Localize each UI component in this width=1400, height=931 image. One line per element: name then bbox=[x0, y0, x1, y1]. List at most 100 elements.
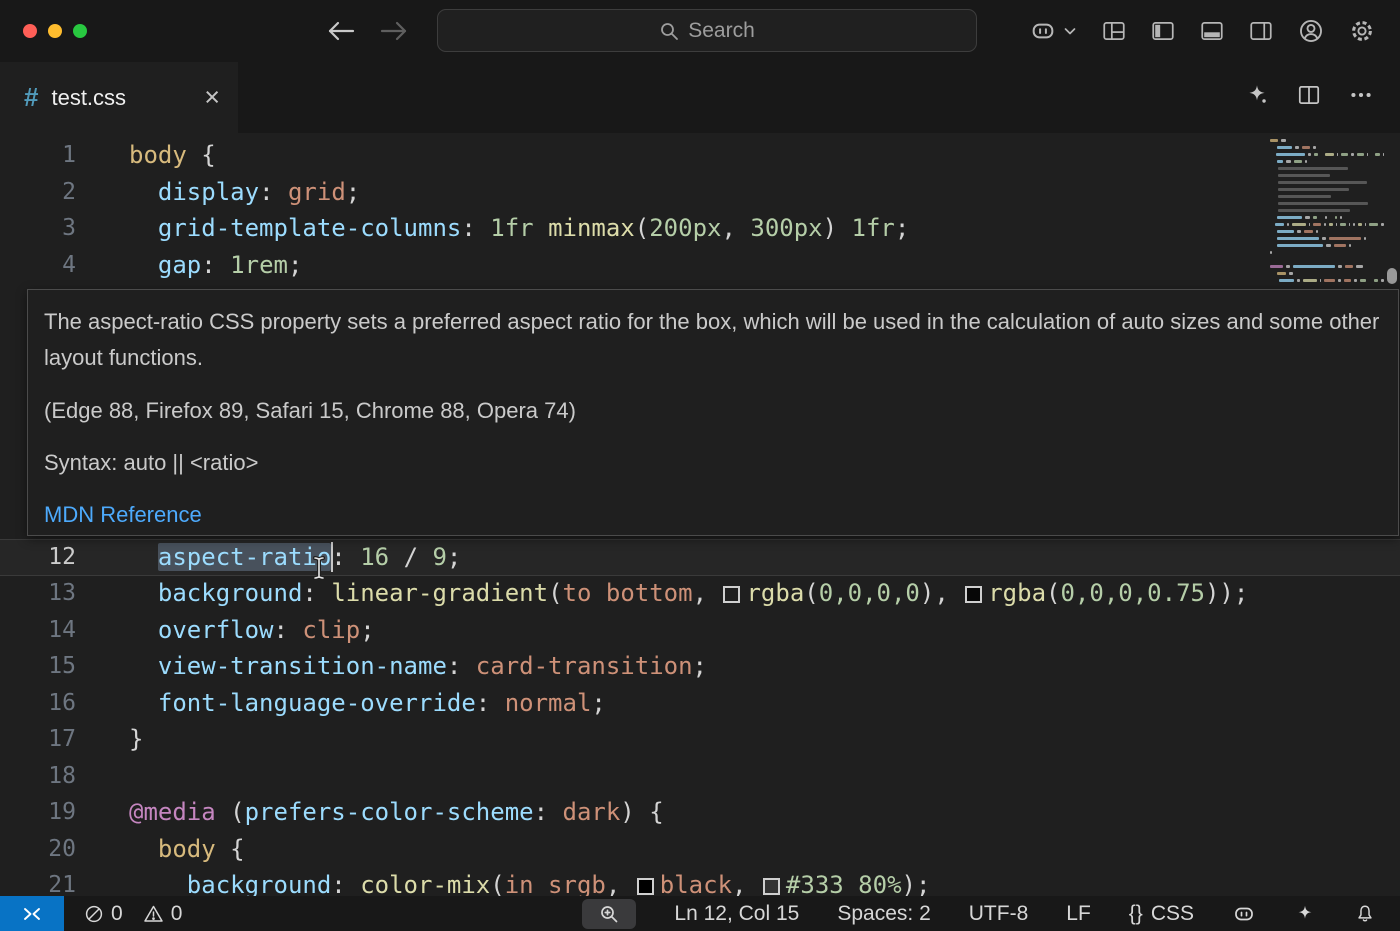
toggle-secondary-sidebar-button[interactable] bbox=[1248, 14, 1274, 48]
scrollbar-thumb[interactable] bbox=[1387, 268, 1397, 284]
encoding-indicator[interactable]: UTF-8 bbox=[969, 902, 1029, 926]
split-editor-button[interactable] bbox=[1296, 82, 1322, 113]
line-number[interactable]: 14 bbox=[0, 612, 76, 649]
code-token: 9 bbox=[432, 543, 446, 571]
tooltip-browser-support: (Edge 88, Firefox 89, Safari 15, Chrome … bbox=[44, 393, 1382, 429]
code-token: 300px bbox=[750, 214, 822, 242]
warnings-icon bbox=[143, 904, 164, 924]
line-number[interactable]: 4 bbox=[0, 247, 76, 284]
line-number[interactable]: 17 bbox=[0, 721, 76, 758]
settings-button[interactable] bbox=[1348, 14, 1376, 48]
line-number[interactable]: 18 bbox=[0, 758, 76, 795]
code-token bbox=[129, 835, 158, 863]
color-swatch[interactable] bbox=[637, 878, 654, 895]
vscode-window: Search bbox=[0, 0, 1400, 931]
code-line[interactable]: 12 aspect-ratio: 16 / 9; bbox=[0, 539, 1400, 576]
line-number[interactable]: 16 bbox=[0, 685, 76, 722]
forward-button[interactable] bbox=[377, 16, 411, 46]
line-number[interactable]: 20 bbox=[0, 831, 76, 868]
text-caret bbox=[331, 542, 333, 572]
code-token: font-language-override bbox=[158, 689, 476, 717]
code-token: : bbox=[461, 214, 490, 242]
color-swatch[interactable] bbox=[723, 586, 740, 603]
line-number[interactable]: 21 bbox=[0, 867, 76, 896]
line-number[interactable]: 13 bbox=[0, 575, 76, 612]
code-line[interactable]: 3 grid-template-columns: 1fr minmax(200p… bbox=[0, 210, 1400, 247]
more-actions-button[interactable] bbox=[1348, 82, 1374, 113]
code-line[interactable]: 21 background: color-mix(in srgb, black,… bbox=[0, 867, 1400, 896]
search-box[interactable]: Search bbox=[437, 9, 977, 52]
eol-indicator[interactable]: LF bbox=[1066, 902, 1091, 926]
customize-layout-button[interactable] bbox=[1101, 14, 1127, 48]
code-line[interactable]: 1body { bbox=[0, 137, 1400, 174]
toggle-primary-sidebar-button[interactable] bbox=[1150, 14, 1176, 48]
copilot-menu-button[interactable] bbox=[1029, 14, 1078, 48]
code-line[interactable]: 4 gap: 1rem; bbox=[0, 247, 1400, 284]
copilot-status-button[interactable] bbox=[1232, 902, 1256, 926]
code-token bbox=[129, 579, 158, 607]
code-line[interactable]: 13 background: linear-gradient(to bottom… bbox=[0, 575, 1400, 612]
minimize-window-button[interactable] bbox=[48, 24, 62, 38]
code-token: : bbox=[331, 871, 360, 896]
close-window-button[interactable] bbox=[23, 24, 37, 38]
code-token: )); bbox=[1205, 579, 1248, 607]
sparkle-status-button[interactable] bbox=[1294, 903, 1316, 925]
code-line[interactable]: 17} bbox=[0, 721, 1400, 758]
status-bar: 0 0 Ln 12, Col 15 Spaces: 2 UTF-8 LF {} … bbox=[0, 896, 1400, 931]
code-line[interactable]: 16 font-language-override: normal; bbox=[0, 685, 1400, 722]
zoom-status-button[interactable] bbox=[582, 899, 636, 929]
back-button[interactable] bbox=[324, 16, 358, 46]
code-line[interactable]: 19@media (prefers-color-scheme: dark) { bbox=[0, 794, 1400, 831]
code-line[interactable]: 14 overflow: clip; bbox=[0, 612, 1400, 649]
notifications-button[interactable] bbox=[1354, 903, 1376, 925]
line-number[interactable]: 12 bbox=[0, 539, 76, 576]
toggle-panel-button[interactable] bbox=[1199, 14, 1225, 48]
code-token: #333 bbox=[786, 871, 844, 896]
line-number[interactable]: 19 bbox=[0, 794, 76, 831]
line-number[interactable]: 3 bbox=[0, 210, 76, 247]
minimap-row bbox=[1266, 200, 1384, 207]
remote-indicator[interactable] bbox=[0, 896, 64, 931]
color-swatch[interactable] bbox=[965, 586, 982, 603]
code-token: , bbox=[721, 214, 750, 242]
cursor-position[interactable]: Ln 12, Col 15 bbox=[674, 902, 799, 926]
code-token: ; bbox=[360, 616, 374, 644]
code-token: in srgb bbox=[505, 871, 606, 896]
color-swatch[interactable] bbox=[763, 878, 780, 895]
indentation-indicator[interactable]: Spaces: 2 bbox=[837, 902, 930, 926]
minimap[interactable] bbox=[1266, 137, 1384, 284]
code-token: } bbox=[129, 725, 143, 753]
code-token: background bbox=[158, 579, 303, 607]
code-token: view-transition-name bbox=[158, 652, 447, 680]
code-text: grid-template-columns: 1fr minmax(200px,… bbox=[129, 210, 909, 247]
code-text: gap: 1rem; bbox=[129, 247, 302, 284]
titlebar-actions bbox=[1029, 12, 1376, 50]
code-token: , bbox=[693, 579, 722, 607]
copilot-icon bbox=[1029, 17, 1057, 45]
account-button[interactable] bbox=[1297, 14, 1325, 48]
code-token: background bbox=[187, 871, 332, 896]
line-number[interactable]: 1 bbox=[0, 137, 76, 174]
zoom-window-button[interactable] bbox=[73, 24, 87, 38]
problems-indicator[interactable]: 0 0 bbox=[84, 896, 182, 931]
code-token: ( bbox=[635, 214, 649, 242]
code-line[interactable]: 18 bbox=[0, 758, 1400, 795]
code-token: rgba bbox=[988, 579, 1046, 607]
line-number[interactable]: 15 bbox=[0, 648, 76, 685]
minimap-row bbox=[1266, 221, 1384, 228]
code-line[interactable]: 2 display: grid; bbox=[0, 174, 1400, 211]
code-line[interactable]: 15 view-transition-name: card-transition… bbox=[0, 648, 1400, 685]
tab-test-css[interactable]: # test.css × bbox=[0, 62, 238, 133]
mouse-cursor bbox=[311, 556, 327, 585]
mdn-reference-link[interactable]: MDN Reference bbox=[44, 497, 202, 533]
tab-close-button[interactable]: × bbox=[204, 84, 220, 111]
line-number[interactable]: 2 bbox=[0, 174, 76, 211]
code-token: { bbox=[187, 141, 216, 169]
code-token: @media bbox=[129, 798, 216, 826]
language-mode[interactable]: {} CSS bbox=[1129, 902, 1194, 926]
minimap-content bbox=[1266, 137, 1384, 284]
code-token bbox=[129, 214, 158, 242]
gear-icon bbox=[1348, 17, 1376, 45]
code-line[interactable]: 20 body { bbox=[0, 831, 1400, 868]
sparkle-button[interactable] bbox=[1244, 82, 1270, 113]
